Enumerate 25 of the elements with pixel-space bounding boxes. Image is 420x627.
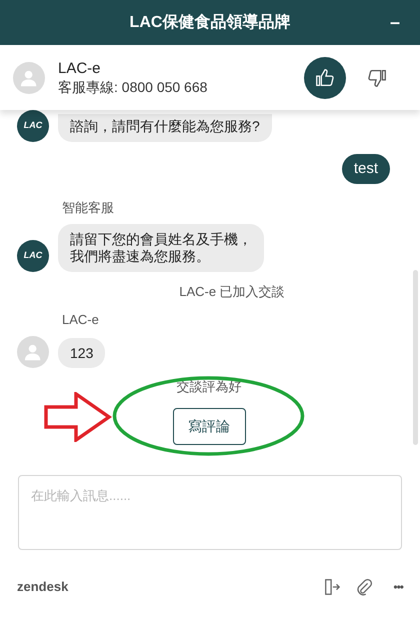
write-review-button[interactable]: 寫評論 <box>172 408 246 445</box>
bot-message: 請留下您的會員姓名及手機， 我們將盡速為您服務。 <box>58 224 264 272</box>
rating-status: 交談評為好 <box>176 379 242 395</box>
sender-name: LAC-e <box>61 312 100 328</box>
message-input[interactable]: 在此輸入訊息...... <box>18 475 402 550</box>
thumbs-up-button[interactable] <box>304 56 346 98</box>
avatar-icon <box>13 62 45 94</box>
agent-name: LAC-e <box>58 60 102 78</box>
sender-name: 智能客服 <box>61 200 115 216</box>
end-chat-icon[interactable] <box>323 578 342 596</box>
header-title: LAC保健食品領導品牌 <box>130 12 290 32</box>
bot-message: 諮詢，請問有什麼能為您服務? <box>58 114 272 142</box>
user-message: test <box>342 154 390 184</box>
brand-logo: LAC <box>17 240 49 272</box>
minimize-button[interactable]: – <box>390 9 400 36</box>
agent-hotline: 客服專線: 0800 050 668 <box>58 78 208 96</box>
agent-message: 123 <box>58 338 106 368</box>
annotation-arrow-icon <box>44 392 112 442</box>
system-message: LAC-e 已加入交談 <box>178 284 286 300</box>
thumbs-up-icon <box>314 66 336 88</box>
zendesk-logo: zendesk <box>17 578 70 596</box>
attach-icon[interactable] <box>355 578 374 596</box>
brand-logo: LAC <box>17 110 49 142</box>
avatar-icon <box>17 336 49 368</box>
more-button[interactable]: ••• <box>393 578 403 596</box>
